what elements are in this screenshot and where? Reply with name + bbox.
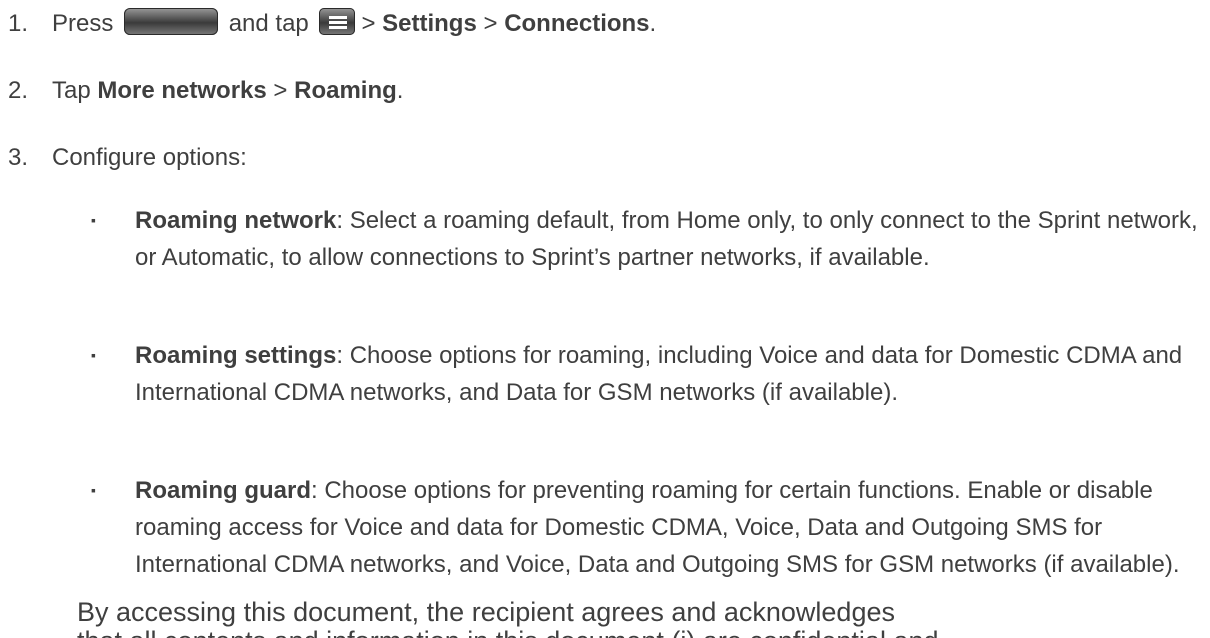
bullet-icon: ▪: [91, 347, 96, 363]
home-key-icon: [124, 8, 219, 35]
step-text: and tap: [228, 10, 309, 37]
bullet-icon: ▪: [91, 482, 96, 498]
menu-key-icon: [319, 8, 356, 35]
bullet-roaming-network: ▪ Roaming network: Select a roaming defa…: [91, 202, 1201, 276]
bullet-label: Roaming settings: [135, 342, 337, 369]
step-text: Configure options:: [52, 144, 247, 171]
roaming-label: Roaming: [294, 77, 397, 104]
separator: >: [361, 10, 376, 37]
period: .: [649, 10, 657, 37]
bullet-label: Roaming guard: [135, 477, 312, 504]
confidentiality-notice-line-2: that all contents and information in thi…: [77, 626, 939, 638]
period: .: [396, 77, 404, 104]
bullet-label: Roaming network: [135, 207, 337, 234]
step-number: 2.: [8, 77, 29, 104]
bullet-text: Roaming network: Select a roaming defaul…: [135, 202, 1201, 276]
separator: >: [483, 10, 498, 37]
bullet-roaming-guard: ▪ Roaming guard: Choose options for prev…: [91, 472, 1201, 583]
step-number: 3.: [8, 144, 29, 171]
step-text: Press: [52, 10, 114, 37]
bullet-roaming-settings: ▪ Roaming settings: Choose options for r…: [91, 337, 1201, 411]
bullet-icon: ▪: [91, 212, 96, 228]
step-number: 1.: [8, 10, 29, 37]
step-1: 1. Press and tap > Settings > Connections…: [8, 8, 656, 39]
settings-label: Settings: [382, 10, 477, 37]
bullet-text: Roaming guard: Choose options for preven…: [135, 472, 1201, 583]
more-networks-label: More networks: [97, 77, 267, 104]
separator: >: [273, 77, 288, 104]
step-text: Tap: [52, 77, 91, 104]
confidentiality-notice-line-1: By accessing this document, the recipien…: [77, 597, 895, 627]
bullet-text: Roaming settings: Choose options for roa…: [135, 337, 1201, 411]
step-3: 3. Configure options:: [8, 143, 247, 173]
step-2: 2. Tap More networks > Roaming.: [8, 76, 403, 106]
connections-label: Connections: [504, 10, 650, 37]
